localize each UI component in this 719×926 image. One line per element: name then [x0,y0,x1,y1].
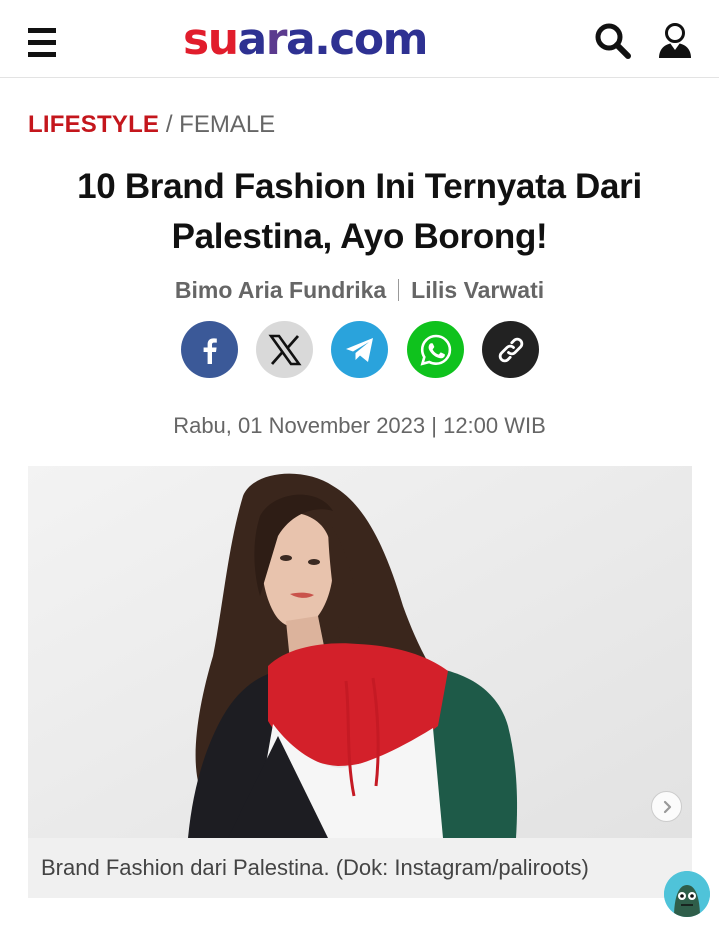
breadcrumb-separator: / [165,111,173,138]
author-link[interactable]: Lilis Varwati [411,277,544,303]
search-icon[interactable] [594,22,632,60]
featured-photo [28,466,692,838]
author-link[interactable]: Bimo Aria Fundrika [175,277,386,303]
top-navigation-bar: suara.com [0,0,719,78]
copy-link-share-button[interactable] [482,321,539,378]
breadcrumb-category-link[interactable]: LIFESTYLE [28,111,159,138]
telegram-icon [345,337,373,362]
chatbot-avatar-icon [664,871,710,917]
x-share-button[interactable] [256,321,313,378]
share-buttons [181,321,541,379]
chevron-right-icon [663,800,671,813]
whatsapp-icon [420,334,451,366]
facebook-share-button[interactable] [181,321,238,378]
article-title: 10 Brand Fashion Ini Ternyata Dari Pales… [77,167,642,256]
image-caption: Brand Fashion dari Palestina. (Dok: Inst… [28,838,692,898]
featured-image-figure: Brand Fashion dari Palestina. (Dok: Inst… [28,466,692,898]
site-logo[interactable]: suara.com [183,14,429,66]
facebook-icon [203,337,217,364]
next-image-button[interactable] [651,791,682,822]
whatsapp-share-button[interactable] [407,321,464,378]
chat-assistant-button[interactable] [664,871,710,917]
user-icon[interactable] [656,22,694,60]
telegram-share-button[interactable] [331,321,388,378]
breadcrumb: LIFESTYLE / FEMALE [28,108,275,142]
article-authors: Bimo Aria Fundrika Lilis Varwati [0,274,719,306]
publish-date: Rabu, 01 November 2023 | 12:00 WIB [173,413,546,438]
x-icon [267,334,302,365]
link-icon [498,337,523,362]
hamburger-icon[interactable] [28,28,56,58]
author-divider [398,279,400,301]
breadcrumb-subcategory-link[interactable]: FEMALE [179,111,275,138]
